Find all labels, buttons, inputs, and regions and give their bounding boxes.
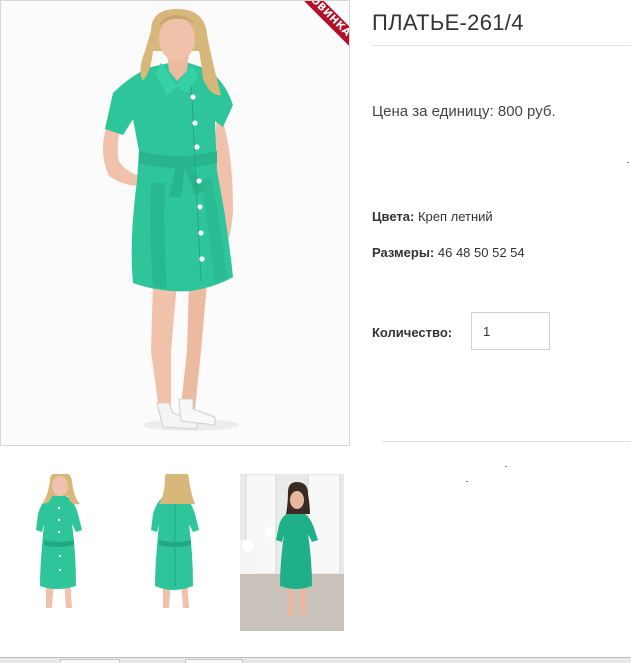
price-label: Цена за единицу: [372, 103, 494, 120]
thumbnail-front-illustration [36, 474, 82, 608]
colors-row: Цвета: Креп летний [372, 209, 493, 224]
quantity-input[interactable] [471, 312, 550, 350]
sizes-value: 46 48 50 52 54 [437, 245, 525, 260]
colors-label: Цвета: [372, 209, 415, 224]
thumbnail-interior[interactable] [240, 474, 344, 631]
bottom-tab[interactable] [185, 659, 243, 663]
thumbnail-front[interactable] [10, 474, 114, 631]
new-badge-label: НОВИНКА [289, 1, 349, 52]
product-page: НОВИНКА ПЛАТЬЕ-261/4 Цена за единицу: 80… [0, 0, 631, 663]
price-line: Цена за единицу: 800 руб. [372, 103, 556, 120]
thumbnail-back-illustration [151, 474, 199, 608]
title-divider [372, 45, 631, 46]
colors-value: Креп летний [417, 209, 493, 224]
sizes-label: Размеры: [372, 245, 435, 260]
model-front-illustration [103, 9, 239, 431]
thumbnail-back[interactable] [125, 474, 229, 631]
stray-dot [627, 162, 629, 163]
price-value: 800 руб. [497, 103, 556, 120]
new-badge-ribbon: НОВИНКА [279, 1, 349, 61]
thumbnail-interior-illustration [240, 474, 344, 631]
quantity-label: Количество: [372, 325, 453, 340]
bottom-tab[interactable] [60, 659, 120, 663]
bottom-divider [382, 441, 631, 442]
stray-dot [466, 481, 468, 482]
stray-dot [505, 466, 507, 467]
main-product-image[interactable]: НОВИНКА [0, 0, 350, 446]
product-title: ПЛАТЬЕ-261/4 [372, 10, 524, 35]
sizes-row: Размеры: 46 48 50 52 54 [372, 245, 525, 260]
